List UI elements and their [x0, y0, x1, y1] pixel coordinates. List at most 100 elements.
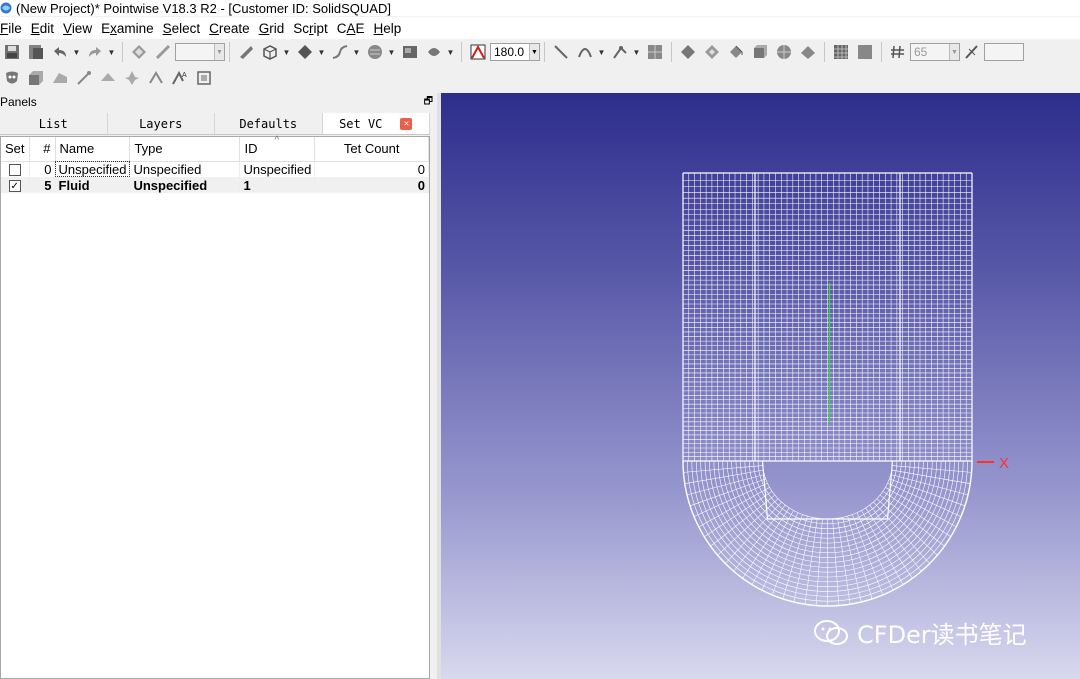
tab-label: List [38, 116, 68, 131]
measure-icon[interactable] [153, 42, 173, 62]
menu-file[interactable]: File [0, 21, 28, 36]
frame-icon[interactable] [194, 68, 214, 88]
checkbox-icon[interactable] [8, 164, 21, 177]
undo-dropdown-icon[interactable]: ▼ [72, 42, 81, 62]
row-type: Unspecified [129, 177, 241, 193]
menu-view[interactable]: View [63, 21, 98, 36]
diamond-icon[interactable] [678, 42, 698, 62]
volume-condition-table: Set # Name Type ^ ID Tet Count 0 Unspecifi… [1, 135, 429, 193]
tab-layers[interactable]: Layers [107, 113, 215, 134]
spacing-icon[interactable] [962, 42, 982, 62]
undo-icon[interactable] [50, 42, 70, 62]
connector-icon[interactable] [330, 42, 350, 62]
arc-dropdown-icon[interactable]: ▼ [597, 42, 606, 62]
grid-fill-icon[interactable] [855, 42, 875, 62]
menu-create[interactable]: Create [209, 21, 256, 36]
solid-icon[interactable] [750, 42, 770, 62]
database-icon[interactable] [424, 42, 444, 62]
table-row[interactable]: 0 Unspecified Unspecified Unspecified 0 [1, 161, 429, 177]
grid-display-icon[interactable] [831, 42, 851, 62]
redo-icon[interactable] [85, 42, 105, 62]
block-solid-icon[interactable] [26, 68, 46, 88]
mesh-line [689, 478, 766, 507]
tab-label: Set VC [339, 116, 383, 131]
set-checkbox[interactable]: ✓ [1, 177, 30, 193]
spline-dropdown-icon[interactable]: ▼ [632, 42, 641, 62]
toolbar-separator [229, 42, 230, 62]
tab-list[interactable]: List [0, 113, 108, 134]
split-icon[interactable] [98, 68, 118, 88]
toolbar-separator [671, 42, 672, 62]
column-header-set[interactable]: Set [1, 137, 30, 162]
row-number: 5 [29, 177, 56, 193]
checked-checkbox-icon[interactable]: ✓ [8, 180, 21, 193]
modify-icon[interactable] [798, 42, 818, 62]
domain-icon[interactable] [365, 42, 385, 62]
extrude-icon[interactable] [726, 42, 746, 62]
angle-combo[interactable]: 180.0 ▼ [490, 43, 540, 61]
menu-examine[interactable]: Examine [101, 21, 160, 36]
set-vc-table-area: Set # Name Type ^ ID Tet Count 0 Unspecifi… [0, 135, 430, 679]
annotate-icon[interactable]: A [170, 68, 190, 88]
tab-set-vc[interactable]: Set VC ✕ [322, 113, 430, 134]
arc-icon[interactable] [575, 42, 595, 62]
edit-curve-icon[interactable] [74, 68, 94, 88]
column-header-name[interactable]: Name [55, 137, 131, 162]
close-icon[interactable]: ✕ [400, 117, 413, 130]
secondary-toolbar: A [0, 65, 1080, 91]
wedge-icon[interactable] [50, 68, 70, 88]
toolbar-separator [544, 42, 545, 62]
menu-select[interactable]: Select [163, 21, 207, 36]
mesh-line [879, 494, 945, 547]
save-icon[interactable] [2, 42, 22, 62]
column-header-id-label: ID [244, 141, 258, 157]
dimension-icon[interactable] [888, 42, 908, 62]
database-dropdown-icon[interactable]: ▼ [446, 42, 455, 62]
column-header-type[interactable]: Type [129, 137, 241, 162]
dimension-count-combo[interactable]: 65 ▼ [910, 43, 960, 61]
view-cube-icon[interactable] [260, 42, 280, 62]
restore-icon[interactable]: 🗗 [424, 94, 433, 111]
tab-defaults[interactable]: Defaults [215, 113, 323, 134]
menu-script[interactable]: Script [293, 21, 334, 36]
menu-cae[interactable]: CAE [337, 21, 371, 36]
mask-icon[interactable] [2, 68, 22, 88]
block-icon[interactable] [400, 42, 420, 62]
spline-icon[interactable] [610, 42, 630, 62]
window-title: (New Project)* Pointwise V18.3 R2 - [Cus… [16, 0, 391, 16]
connector-dropdown-icon[interactable]: ▼ [352, 42, 361, 62]
menu-bar: File Edit View Examine Select Create Grid Scrip… [0, 17, 1080, 39]
save-as-icon[interactable] [26, 42, 46, 62]
menu-grid[interactable]: Grid [259, 21, 291, 36]
project-icon[interactable] [146, 68, 166, 88]
row-name: Fluid [55, 177, 131, 193]
empty-combo[interactable]: ▼ [175, 43, 225, 61]
toolbar-separator [881, 42, 882, 62]
tab-label: Layers [139, 116, 183, 131]
set-checkbox[interactable] [1, 161, 30, 177]
point-icon[interactable] [295, 42, 315, 62]
toolbar-separator [461, 42, 462, 62]
menu-help[interactable]: Help [374, 21, 408, 36]
surface-icon[interactable] [645, 42, 665, 62]
menu-edit[interactable]: Edit [31, 21, 60, 36]
graphics-viewport[interactable]: X CFDer读书笔记 [441, 93, 1080, 679]
spacing-combo[interactable] [984, 43, 1024, 61]
sphere-grid-icon[interactable] [774, 42, 794, 62]
column-header-id[interactable]: ^ ID [239, 135, 316, 162]
table-row[interactable]: ✓ 5 Fluid Unspecified 1 0 [1, 177, 429, 193]
domain-dropdown-icon[interactable]: ▼ [387, 42, 396, 62]
transform-icon[interactable] [129, 42, 149, 62]
column-header-number[interactable]: # [29, 137, 56, 162]
join-icon[interactable] [122, 68, 142, 88]
diamond-outline-icon[interactable] [702, 42, 722, 62]
point-dropdown-icon[interactable]: ▼ [317, 42, 326, 62]
redo-dropdown-icon[interactable]: ▼ [107, 42, 116, 62]
line-icon[interactable] [551, 42, 571, 62]
view-dropdown-icon[interactable]: ▼ [282, 42, 291, 62]
rotate-angle-icon[interactable] [468, 42, 488, 62]
column-header-tet-count[interactable]: Tet Count [314, 137, 429, 162]
orient-icon[interactable] [236, 42, 256, 62]
svg-text:A: A [182, 72, 187, 79]
panels-header: Panels 🗗 [0, 93, 437, 111]
